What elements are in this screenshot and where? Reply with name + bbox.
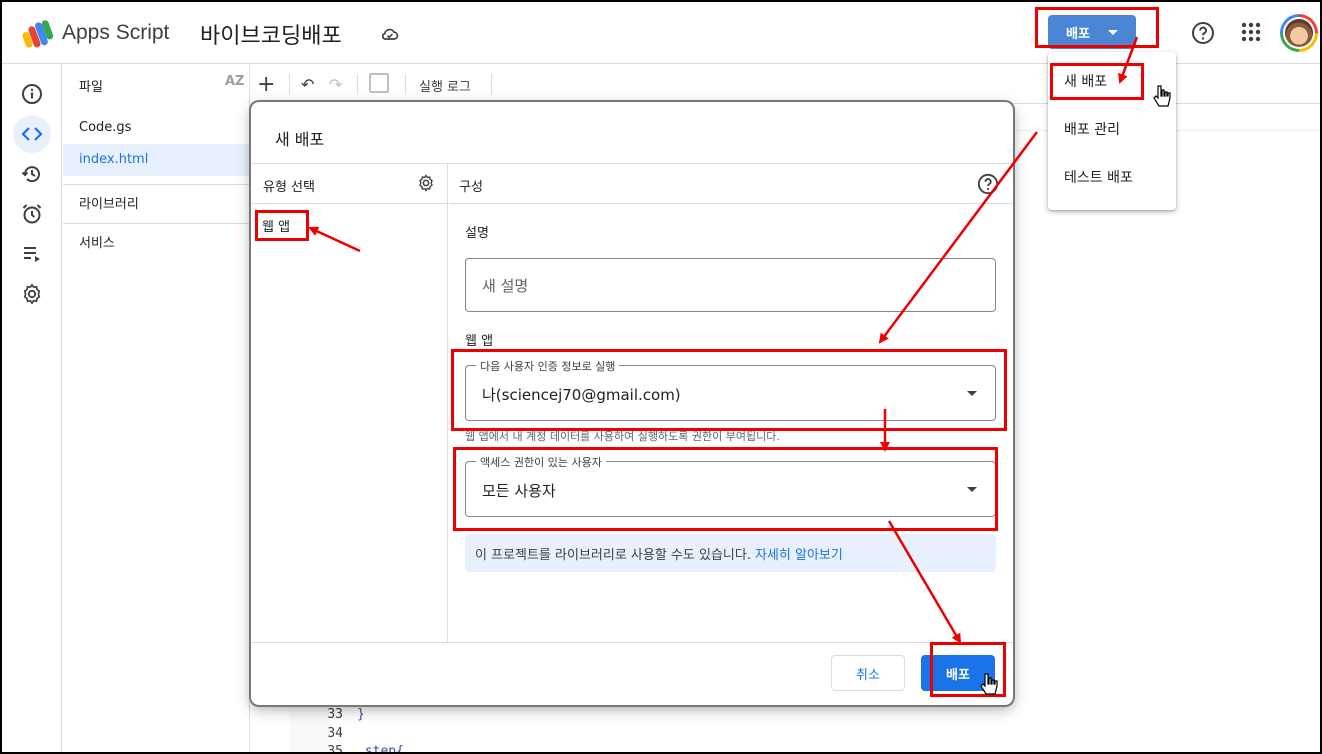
avatar[interactable] — [1280, 14, 1318, 52]
apps-grid-icon[interactable] — [1240, 21, 1262, 43]
code-text: } — [357, 707, 365, 722]
apps-script-logo-icon — [22, 20, 54, 48]
info-text: 이 프로젝트를 라이브러리로 사용할 수도 있습니다. — [475, 547, 751, 563]
triggers-alarm-icon[interactable] — [18, 200, 46, 228]
toolbar-divider — [405, 74, 406, 94]
deploy-button[interactable]: 배포 — [1048, 15, 1136, 49]
caret-down-icon — [1108, 30, 1118, 35]
dialog-title: 새 배포 — [275, 130, 325, 149]
execute-as-value: 나(sciencej70@gmail.com) — [482, 386, 681, 404]
config-header: 구성 — [449, 164, 1013, 204]
library-info-box: 이 프로젝트를 라이브러리로 사용할 수도 있습니다. 자세히 알아보기 — [465, 534, 996, 572]
config-help-icon[interactable] — [977, 173, 999, 195]
save-icon[interactable] — [369, 73, 389, 93]
deploy-menu: 새 배포 배포 관리 테스트 배포 — [1048, 52, 1176, 210]
execution-log-button[interactable]: 실행 로그 — [419, 76, 471, 95]
web-app-section-label: 웹 앱 — [465, 334, 494, 349]
access-select[interactable]: 액세스 권한이 있는 사용자 모든 사용자 — [465, 454, 996, 517]
execute-as-select[interactable]: 다음 사용자 인증 정보로 실행 나(sciencej70@gmail.com) — [465, 358, 996, 421]
execute-as-help-text: 웹 앱에서 내 계정 데이터를 사용하여 실행하도록 권한이 부여됩니다. — [465, 430, 780, 443]
description-label: 설명 — [465, 226, 489, 241]
dropdown-arrow-icon — [967, 391, 977, 396]
execute-as-legend: 다음 사용자 인증 정보로 실행 — [476, 358, 620, 374]
services-section[interactable]: 서비스 — [63, 223, 250, 263]
learn-more-link[interactable]: 자세히 알아보기 — [755, 544, 843, 563]
code-text: .step{ — [357, 744, 404, 754]
file-list: Code.gs index.html — [63, 112, 250, 176]
toolbar-divider — [289, 74, 290, 94]
description-input[interactable]: 새 설명 — [465, 258, 996, 312]
files-title: 파일 — [79, 80, 103, 95]
type-select-header: 유형 선택 — [251, 164, 448, 204]
hand-cursor-icon — [1153, 85, 1171, 107]
type-settings-gear-icon[interactable] — [417, 174, 435, 192]
app-name[interactable]: Apps Script — [62, 21, 169, 45]
config-label: 구성 — [459, 180, 483, 195]
redo-icon[interactable]: ↷ — [329, 75, 342, 94]
files-panel: 파일 AZ Code.gs index.html 라이브러리 서비스 — [63, 64, 250, 752]
history-icon[interactable] — [18, 160, 46, 188]
settings-gear-icon[interactable] — [18, 280, 46, 308]
file-item-index-html[interactable]: index.html — [63, 144, 250, 176]
left-rail — [2, 64, 62, 752]
line-number: 35 — [327, 744, 343, 754]
deploy-button-label: 배포 — [1066, 26, 1090, 42]
toolbar-divider — [491, 74, 492, 94]
files-header: 파일 AZ — [63, 64, 250, 104]
line-number: 34 — [327, 726, 343, 741]
access-value: 모든 사용자 — [482, 482, 556, 500]
dropdown-arrow-icon — [967, 487, 977, 492]
editor-code-icon[interactable] — [13, 115, 51, 153]
screen: Apps Script 바이브코딩배포 배포 파일 AZ Code.gs ind… — [0, 0, 1322, 754]
type-item-web-app[interactable]: 웹 앱 — [262, 216, 290, 235]
libraries-section[interactable]: 라이브러리 — [63, 184, 250, 224]
undo-icon[interactable]: ↶ — [301, 75, 314, 94]
new-deployment-dialog: 새 배포 유형 선택 웹 앱 구성 설명 새 설명 웹 앱 다음 사용자 인증 … — [251, 102, 1013, 705]
help-icon[interactable] — [1191, 21, 1215, 45]
sort-az-icon[interactable]: AZ — [225, 74, 245, 89]
add-file-icon[interactable]: + — [257, 72, 275, 97]
cancel-button[interactable]: 취소 — [831, 655, 905, 691]
divider — [251, 642, 1013, 643]
project-title[interactable]: 바이브코딩배포 — [200, 18, 342, 50]
hand-cursor-icon — [980, 673, 998, 695]
overview-info-icon[interactable] — [18, 80, 46, 108]
file-item-code-gs[interactable]: Code.gs — [63, 112, 250, 144]
line-number: 33 — [327, 707, 343, 722]
cloud-saved-icon — [381, 28, 399, 40]
type-select-label: 유형 선택 — [263, 180, 315, 195]
access-legend: 액세스 권한이 있는 사용자 — [476, 454, 606, 470]
toolbar-divider — [357, 74, 358, 94]
menu-item-manage-deployments[interactable]: 배포 관리 — [1048, 108, 1176, 156]
type-select-column: 유형 선택 웹 앱 — [251, 164, 448, 642]
menu-item-test-deployments[interactable]: 테스트 배포 — [1048, 156, 1176, 204]
executions-list-icon[interactable] — [18, 240, 46, 268]
